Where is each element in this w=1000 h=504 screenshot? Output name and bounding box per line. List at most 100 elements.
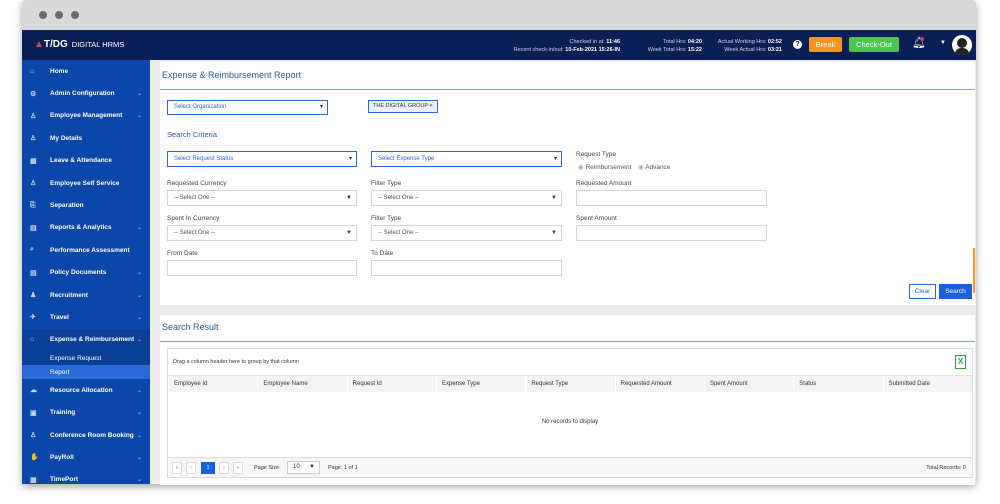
spent-amount-input[interactable] — [576, 225, 767, 241]
sidebar-item-label: Reports & Analytics — [50, 224, 112, 232]
requested-amount-label: Requested Amount — [576, 180, 632, 187]
sidebar-item-label: Leave & Attendance — [50, 157, 112, 165]
sidebar-subitem-expense-request[interactable]: Expense Request — [22, 351, 150, 366]
column-header[interactable]: Request Id — [346, 376, 436, 392]
from-date-input[interactable] — [167, 260, 357, 276]
sidebar-item-payroll[interactable]: ✋ PayRoll ⌄ — [22, 446, 150, 468]
checkout-button[interactable]: Check-Out — [849, 37, 899, 52]
chevron-down-icon: ⌄ — [136, 113, 142, 120]
sidebar-subitem-report[interactable]: Report — [22, 365, 150, 380]
first-page-button[interactable]: « — [172, 462, 182, 474]
filter-type-2-label: Filter Type — [371, 215, 402, 222]
sidebar-item-label: Training — [50, 409, 76, 417]
sidebar-item-recruitment[interactable]: ♟ Recruitment ⌄ — [22, 284, 150, 306]
sidebar-item-expense-reimbursement[interactable]: ⌂ Expense & Reimbursement ⌄ — [22, 328, 150, 352]
radio-reimbursement[interactable]: ◉ Reimbursement — [578, 163, 631, 171]
sidebar-item-label: Separation — [50, 202, 84, 210]
column-header[interactable]: Status — [793, 376, 882, 392]
menu-icon: ⎘ — [30, 201, 36, 209]
excel-export-icon[interactable]: X — [955, 355, 966, 369]
sidebar-item-admin-configuration[interactable]: ⚙ Admin Configuration ⌄ — [22, 82, 150, 104]
menu-icon: ⌂ — [30, 336, 35, 344]
sidebar-item-travel[interactable]: ✈ Travel ⌄ — [22, 306, 150, 328]
spent-currency-select[interactable]: -- Select One -- ▼ — [167, 225, 357, 241]
chevron-down-icon: ⌄ — [136, 292, 142, 299]
top-bar: ▲T/DG DIGITAL HRMS Checked in at: 11:46 R… — [22, 30, 976, 60]
sidebar-item-training[interactable]: ▣ Training ⌄ — [22, 401, 150, 423]
menu-icon: ✋ — [30, 454, 39, 462]
requested-currency-select[interactable]: -- Select One -- ▼ — [167, 190, 357, 206]
chevron-down-icon: ⌄ — [136, 387, 142, 394]
sidebar-item-label: Resource Allocation — [50, 386, 113, 394]
sidebar-item-policy-documents[interactable]: ▤ Policy Documents ⌄ — [22, 262, 150, 284]
menu-icon: ⚙ — [30, 90, 37, 98]
organization-select[interactable]: Select Organization ▾ — [167, 100, 328, 115]
spent-currency-label: Spent In Currency — [167, 215, 220, 222]
search-button[interactable]: Search — [939, 284, 972, 299]
checkin-info: Checked in at: 11:46 Recent check-in/out… — [513, 39, 620, 53]
help-icon[interactable]: ? — [793, 40, 802, 49]
remove-tag-icon[interactable]: × — [429, 103, 432, 109]
menu-icon: ⌕ — [30, 246, 34, 254]
column-header[interactable]: Spent Amount — [703, 376, 793, 392]
menu-icon: ♙ — [30, 112, 37, 120]
clear-button[interactable]: Clear — [909, 284, 936, 299]
column-header[interactable]: Employee Id — [168, 376, 257, 392]
sidebar-item-resource-allocation[interactable]: ☁ Resource Allocation ⌄ — [22, 379, 150, 401]
sidebar-item-separation[interactable]: ⎘ Separation — [22, 194, 150, 216]
radio-advance[interactable]: ◉ Advance — [638, 163, 670, 171]
sidebar-item-label: Recruitment — [50, 291, 88, 299]
spent-amount-label: Spent Amount — [576, 215, 617, 222]
to-date-input[interactable] — [371, 260, 562, 276]
sidebar-item-employee-management[interactable]: ♙ Employee Management ⌄ — [22, 105, 150, 127]
search-criteria-title: Search Criteria — [167, 130, 218, 139]
sidebar-item-leave-attendance[interactable]: ▦ Leave & Attendance — [22, 150, 150, 172]
sidebar-item-employee-self-service[interactable]: ♙ Employee Self Service — [22, 172, 150, 194]
sidebar-item-label: Home — [50, 67, 69, 75]
chevron-down-icon[interactable]: ▼ — [940, 40, 946, 46]
sidebar-item-label: Expense & Reimbursement — [50, 336, 135, 344]
avatar[interactable] — [952, 35, 972, 55]
menu-icon: ▣ — [30, 409, 37, 417]
chevron-down-icon: ⌄ — [136, 410, 142, 417]
total-hours: Total Hrs: 04:20 Week Total Hrs: 15:22 — [647, 39, 702, 53]
window-dot — [55, 11, 63, 19]
filter-type-2-select[interactable]: -- Select One -- ▼ — [371, 225, 562, 241]
scrollbar[interactable] — [973, 248, 975, 293]
actual-hours: Actual Working Hrs: 02:52 Week Actual Hr… — [717, 39, 782, 53]
sidebar-item-timeport[interactable]: ▦ TimePort ⌄ — [22, 469, 150, 484]
column-header[interactable]: Submitted Date — [882, 376, 972, 392]
from-date-label: From Date — [167, 250, 198, 257]
page-size-select[interactable]: 10 ▼ — [287, 461, 320, 474]
bell-icon[interactable]: 🔔︎ — [912, 36, 926, 49]
last-page-button[interactable]: » — [233, 462, 243, 474]
requested-amount-input[interactable] — [576, 190, 767, 206]
results-title: Search Result — [162, 322, 219, 332]
prev-page-button[interactable]: ‹ — [186, 462, 196, 474]
chevron-down-icon: ⌄ — [136, 477, 142, 484]
sidebar: ⌂ Home ⚙ Admin Configuration ⌄ ♙ Employee Mana… — [22, 60, 150, 484]
column-header[interactable]: Request Type — [525, 376, 614, 392]
page-1-button[interactable]: 1 — [201, 462, 215, 474]
filter-type-select[interactable]: -- Select One -- ▼ — [371, 190, 562, 206]
expense-type-select[interactable]: Select Expense Type ▾ — [371, 151, 562, 167]
window-dot — [71, 11, 79, 19]
column-header[interactable]: Expense Type — [435, 376, 525, 392]
sidebar-item-reports-analytics[interactable]: ▤ Reports & Analytics ⌄ — [22, 217, 150, 239]
page-title: Expense & Reimbursement Report — [162, 70, 302, 80]
column-header[interactable]: Requested Amount — [614, 376, 704, 392]
menu-icon: ☁ — [30, 387, 37, 395]
sidebar-item-my-details[interactable]: ♙ My Details — [22, 127, 150, 149]
next-page-button[interactable]: › — [219, 462, 229, 474]
sidebar-item-performance-assessment[interactable]: ⌕ Performance Assessment — [22, 239, 150, 261]
requested-currency-label: Requested Currency — [167, 180, 227, 187]
break-button[interactable]: Break — [809, 37, 842, 52]
column-header[interactable]: Employee Name — [257, 376, 346, 392]
empty-message: No records to display — [541, 419, 599, 425]
menu-icon: ▤ — [30, 269, 37, 277]
sidebar-item-label: Employee Self Service — [50, 179, 120, 187]
sidebar-item-home[interactable]: ⌂ Home — [22, 60, 150, 82]
request-status-select[interactable]: Select Request Status ▾ — [167, 151, 357, 167]
logo[interactable]: ▲T/DG DIGITAL HRMS — [34, 39, 124, 50]
sidebar-item-conference-room-booking[interactable]: ♙ Conference Room Booking ⌄ — [22, 424, 150, 446]
